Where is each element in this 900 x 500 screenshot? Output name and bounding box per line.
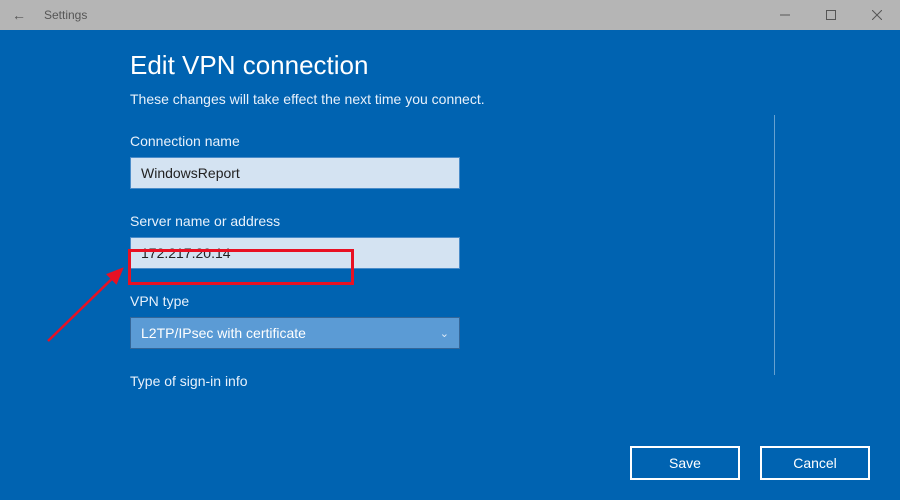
close-button[interactable] [854,0,900,30]
window-title: Settings [44,8,87,22]
chevron-down-icon: ⌄ [440,327,449,340]
window-controls [762,0,900,30]
dialog-buttons: Save Cancel [630,446,870,480]
back-arrow-icon[interactable]: ← [12,7,26,23]
minimize-button[interactable] [762,0,808,30]
connection-name-label: Connection name [130,133,870,149]
server-address-group: Server name or address [130,213,870,269]
dialog-subtitle: These changes will take effect the next … [130,91,870,107]
dialog-heading: Edit VPN connection [130,50,870,81]
signin-type-label: Type of sign-in info [130,373,870,389]
signin-type-group: Type of sign-in info [130,373,870,389]
connection-name-input[interactable] [130,157,460,189]
edit-vpn-dialog: Edit VPN connection These changes will t… [0,30,900,500]
cancel-button[interactable]: Cancel [760,446,870,480]
vpn-type-select[interactable]: L2TP/IPsec with certificate ⌄ [130,317,460,349]
save-button[interactable]: Save [630,446,740,480]
vertical-divider [774,115,775,375]
annotation-arrow-icon [40,263,135,348]
vpn-type-selected: L2TP/IPsec with certificate [141,325,306,341]
server-address-input[interactable] [130,237,460,269]
window-titlebar: ← Settings [0,0,900,30]
server-address-label: Server name or address [130,213,870,229]
connection-name-group: Connection name [130,133,870,189]
vpn-type-label: VPN type [130,293,870,309]
maximize-button[interactable] [808,0,854,30]
vpn-type-group: VPN type L2TP/IPsec with certificate ⌄ [130,293,870,349]
